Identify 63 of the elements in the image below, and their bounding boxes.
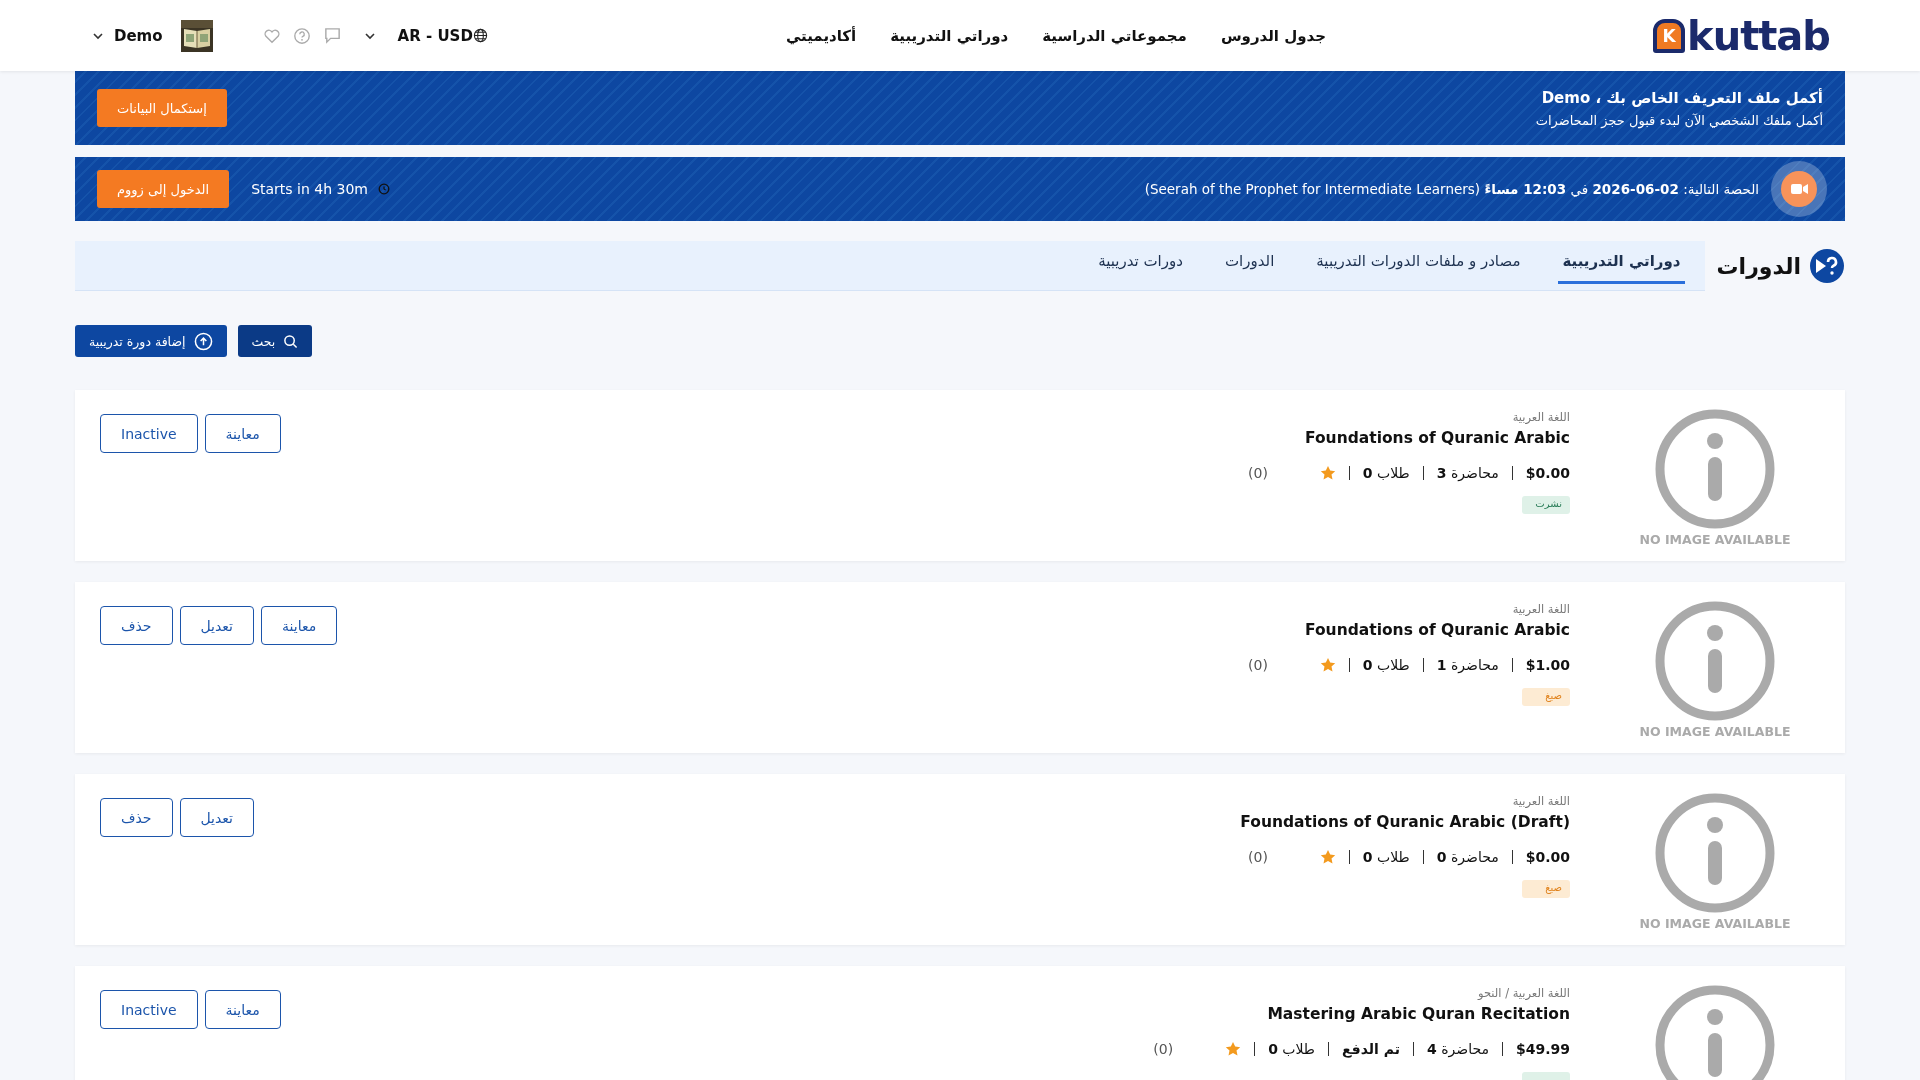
no-image-text: NO IMAGE AVAILABLE bbox=[1639, 532, 1791, 547]
no-image-text: NO IMAGE AVAILABLE bbox=[1639, 916, 1791, 931]
no-image-text: NO IMAGE AVAILABLE bbox=[1639, 724, 1791, 739]
course-category: اللغة العربية bbox=[1512, 410, 1570, 424]
status-badge: صيغ bbox=[1522, 880, 1570, 898]
course-stat: $49.99 bbox=[1515, 1041, 1570, 1057]
rating-count: (0) bbox=[1248, 657, 1268, 673]
banner-subtitle: أكمل ملفك الشخصي الآن لبدء قبول حجز المحاضرات bbox=[1534, 112, 1823, 128]
course-stat: $0.00 bbox=[1525, 849, 1570, 865]
course-action-button[interactable]: Inactive bbox=[100, 990, 198, 1029]
course-action-button[interactable]: حذف bbox=[100, 798, 173, 837]
course-title[interactable]: Mastering Arabic Quran Recitation bbox=[1267, 1005, 1570, 1023]
info-icon bbox=[1655, 601, 1775, 721]
upload-icon bbox=[193, 331, 213, 351]
video-camera-icon bbox=[1771, 161, 1827, 217]
tab[interactable]: دوراتي التدريبية bbox=[1558, 241, 1685, 284]
search-button[interactable]: بحث bbox=[237, 325, 313, 357]
star-icon bbox=[1319, 849, 1336, 865]
nav-link[interactable]: جدول الدروس bbox=[1220, 26, 1327, 45]
course-action-button[interactable]: معاينة bbox=[261, 606, 338, 645]
course-action-button[interactable]: Inactive bbox=[100, 414, 198, 453]
globe-icon[interactable] bbox=[472, 28, 488, 43]
star-icon bbox=[1319, 657, 1336, 673]
banner-title: أكمل ملف التعريف الخاص بك ، Demo bbox=[1540, 88, 1823, 107]
nav-link[interactable]: مجموعاتي الدراسية bbox=[1042, 26, 1187, 45]
info-icon bbox=[1655, 793, 1775, 913]
user-menu[interactable]: Demo bbox=[114, 26, 163, 45]
course-action-button[interactable]: تعديل bbox=[179, 798, 254, 837]
countdown-text: Starts in 4h 30m bbox=[251, 181, 368, 197]
add-course-button[interactable]: إضافة دورة تدريبية bbox=[75, 325, 227, 357]
rating-count: (0) bbox=[1248, 849, 1268, 865]
rating-count: (0) bbox=[1153, 1041, 1174, 1057]
rating-count: (0) bbox=[1248, 465, 1268, 481]
course-stat: $1.00 bbox=[1525, 657, 1570, 673]
tab[interactable]: دورات تدريبية bbox=[1094, 241, 1187, 284]
course-action-button[interactable]: معاينة bbox=[204, 990, 281, 1029]
nav-link[interactable]: أكاديميتي bbox=[785, 26, 857, 45]
page-title: الدورات bbox=[1716, 253, 1801, 279]
course-action-button[interactable]: معاينة bbox=[204, 414, 281, 453]
course-help-icon bbox=[1809, 248, 1845, 284]
course-title[interactable]: Foundations of Quranic Arabic bbox=[1305, 621, 1570, 639]
currency-language-menu[interactable]: AR - USD bbox=[397, 26, 473, 45]
course-category: اللغة العربية bbox=[1512, 794, 1570, 808]
nav-link[interactable]: دوراتي التدريبية bbox=[890, 26, 1009, 45]
course-action-button[interactable]: تعديل bbox=[179, 606, 254, 645]
star-icon bbox=[1319, 465, 1336, 481]
status-badge: صيغ bbox=[1522, 688, 1570, 706]
tab[interactable]: مصادر و ملفات الدورات التدريبية bbox=[1312, 241, 1525, 284]
course-title[interactable]: Foundations of Quranic Arabic bbox=[1305, 429, 1570, 447]
status-badge: نشرت bbox=[1522, 496, 1570, 514]
course-stat: $0.00 bbox=[1525, 465, 1570, 481]
tab[interactable]: الدورات bbox=[1220, 241, 1279, 284]
course-action-button[interactable]: حذف bbox=[100, 606, 173, 645]
course-stat: تم الدفع bbox=[1342, 1041, 1400, 1057]
info-icon bbox=[1655, 409, 1775, 529]
logo-text[interactable]: kuttab bbox=[1687, 12, 1830, 59]
course-title[interactable]: Foundations of Quranic Arabic (Draft) bbox=[1240, 813, 1570, 831]
search-icon bbox=[283, 333, 299, 349]
course-category: اللغة العربية / النحو bbox=[1477, 986, 1570, 1000]
star-icon bbox=[1225, 1041, 1242, 1057]
course-category: اللغة العربية bbox=[1512, 602, 1570, 616]
info-icon bbox=[1655, 985, 1775, 1080]
clock-icon bbox=[378, 183, 390, 195]
